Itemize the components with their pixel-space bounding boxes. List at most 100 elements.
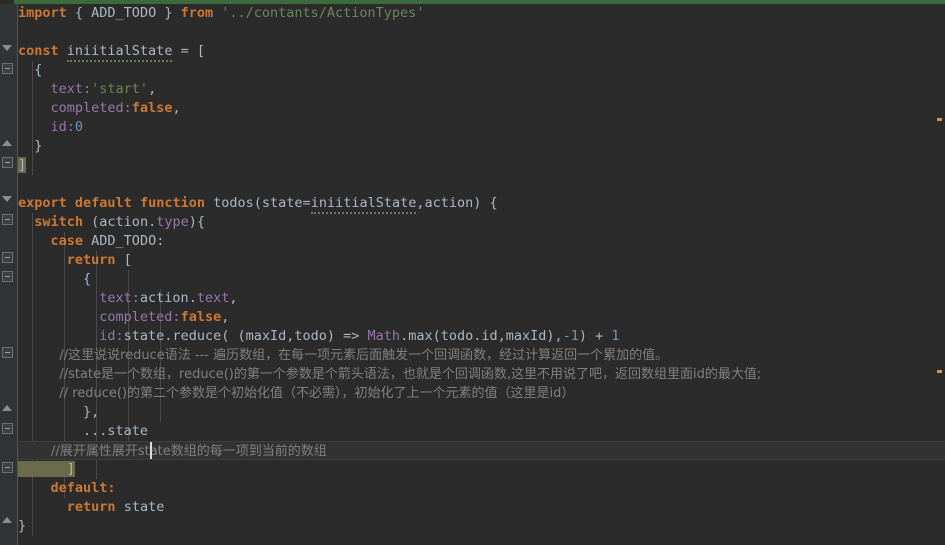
array-open-bracket: [ <box>196 43 205 59</box>
comma: , <box>172 100 181 116</box>
code-line-5[interactable]: text:'start', <box>18 80 945 99</box>
method-max: max <box>408 328 433 344</box>
fold-expand-triangle-icon[interactable] <box>2 140 12 146</box>
fold-marker-icon[interactable] <box>2 214 13 225</box>
code-line-4[interactable]: { <box>18 61 945 80</box>
code-line-6[interactable]: completed:false, <box>18 99 945 118</box>
code-line-21[interactable]: // reduce()的第二个参数是个初始化值（不必需），初始化了上一个元素的值… <box>18 384 945 403</box>
object-state: state. <box>123 328 173 344</box>
fold-marker-icon[interactable] <box>2 271 13 282</box>
default-value-iniitialstate: iniitialState <box>310 195 417 214</box>
object-open-brace: { <box>18 271 92 287</box>
code-line-29[interactable]: } <box>18 517 945 536</box>
object-open-brace: { <box>18 62 43 78</box>
array-close-bracket-matched: ] <box>18 461 75 477</box>
code-line-11[interactable]: export default function todos(state=inii… <box>18 194 945 214</box>
spread-state: ...state <box>18 423 149 439</box>
fold-marker-icon[interactable] <box>2 423 13 434</box>
code-line-22[interactable]: }, <box>18 403 945 422</box>
variable-iniitialstate: iniitialState <box>66 43 173 62</box>
param-list-open: (state= <box>253 195 311 211</box>
code-line-27[interactable]: return state <box>18 498 945 517</box>
keyword-case: case <box>18 233 84 249</box>
code-line-15[interactable]: { <box>18 270 945 289</box>
code-line-19[interactable]: //这里说说reduce语法 --- 遍历数组，在每一项元素后面触发一个回调函数… <box>18 346 945 365</box>
code-line-8[interactable]: } <box>18 137 945 156</box>
code-line-18[interactable]: id:state.reduce( (maxId,todo) => Math.ma… <box>18 327 945 346</box>
error-stripe-mark[interactable] <box>937 118 942 121</box>
fold-collapse-triangle-icon[interactable] <box>2 45 12 51</box>
comma: , <box>229 290 238 306</box>
property-action-text: text <box>196 290 230 306</box>
function-close-brace: } <box>18 518 27 534</box>
array-close-bracket-matched: ] <box>18 157 27 173</box>
brace-close: } <box>156 5 181 21</box>
fold-expand-triangle-icon[interactable] <box>2 517 12 523</box>
code-line-24-current[interactable]: //展开属性展开state数组的每一项到当前的数组 <box>18 441 945 460</box>
code-line-7[interactable]: id:0 <box>18 118 945 137</box>
object-close-brace: }, <box>18 404 100 420</box>
property-text: text: <box>18 290 140 306</box>
comment-reduce-explanation-1: //这里说说reduce语法 --- 遍历数组，在每一项元素后面触发一个回调函数… <box>18 348 669 363</box>
code-line-9[interactable]: ] <box>18 156 945 175</box>
dot: . <box>400 328 409 344</box>
keyword-return: return <box>18 499 116 515</box>
number-one: 1 <box>611 328 620 344</box>
comment-reduce-explanation-2: //state是一个数组，reduce()的第一个参数是个箭头语法，也就是个回调… <box>18 367 762 382</box>
keyword-const: const <box>18 43 59 59</box>
array-open-bracket: [ <box>123 252 132 268</box>
comment-spread-before-caret: //展开属性 <box>18 444 112 459</box>
fold-marker-icon[interactable] <box>2 462 13 473</box>
keyword-from: from <box>180 5 214 21</box>
property-id: id: <box>18 328 124 344</box>
keyword-import: import <box>18 5 67 21</box>
method-reduce: reduce <box>172 328 222 344</box>
code-line-13[interactable]: case ADD_TODO: <box>18 232 945 251</box>
imported-symbol: ADD_TODO <box>91 5 157 21</box>
keyword-default: default: <box>18 480 116 496</box>
plus-operator: ) + <box>578 328 612 344</box>
fold-marker-icon[interactable] <box>2 347 13 358</box>
code-surface[interactable]: import { ADD_TODO } from '../contants/Ac… <box>18 4 945 545</box>
string-start: 'start' <box>91 81 149 97</box>
keyword-default: default <box>74 195 132 211</box>
code-line-26[interactable]: default: <box>18 479 945 498</box>
code-line-12[interactable]: switch (action.type){ <box>18 213 945 232</box>
comment-spread-after-caret: 展开state数组的每一项到当前的数组 <box>111 444 327 459</box>
code-line-3[interactable]: const iniitialState = [ <box>18 42 945 62</box>
property-completed: completed: <box>18 100 132 116</box>
code-line-14[interactable]: return [ <box>18 251 945 270</box>
property-completed: completed: <box>18 309 181 325</box>
switch-expr-close: ){ <box>188 214 205 230</box>
keyword-function: function <box>139 195 205 211</box>
object-close-brace: } <box>18 138 43 154</box>
fold-expand-triangle-icon[interactable] <box>2 405 12 411</box>
identifier-state: state <box>123 499 165 515</box>
fold-marker-icon[interactable] <box>2 157 13 168</box>
code-editor[interactable]: import { ADD_TODO } from '../contants/Ac… <box>0 0 945 545</box>
code-line-23[interactable]: ...state <box>18 422 945 441</box>
keyword-export: export <box>18 195 67 211</box>
comment-reduce-explanation-3: // reduce()的第二个参数是个初始化值（不必需），初始化了上一个元素的值… <box>18 386 575 401</box>
code-line-25[interactable]: ] <box>18 460 945 479</box>
comma: , <box>148 81 157 97</box>
keyword-return: return <box>18 252 116 268</box>
code-line-1[interactable]: import { ADD_TODO } from '../contants/Ac… <box>18 4 945 23</box>
error-stripe-mark[interactable] <box>937 370 942 373</box>
fold-collapse-triangle-icon[interactable] <box>2 196 12 202</box>
reduce-args: ( (maxId,todo) => <box>221 328 368 344</box>
comma: , <box>221 309 230 325</box>
code-line-17[interactable]: completed:false, <box>18 308 945 327</box>
fold-marker-icon[interactable] <box>2 63 13 74</box>
fold-marker-icon[interactable] <box>2 252 13 263</box>
code-line-16[interactable]: text:action.text, <box>18 289 945 308</box>
literal-false: false <box>131 100 173 116</box>
code-line-20[interactable]: //state是一个数组，reduce()的第一个参数是个箭头语法，也就是个回调… <box>18 365 945 384</box>
